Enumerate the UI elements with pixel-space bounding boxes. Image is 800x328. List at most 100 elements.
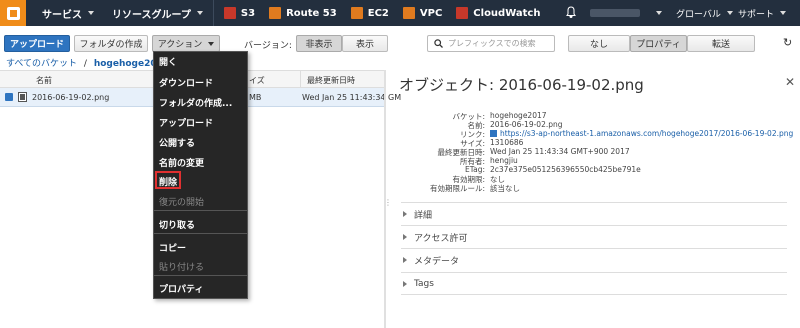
view-properties-button[interactable]: プロパティ [630, 35, 687, 52]
object-title: オブジェクト: 2016-06-19-02.png [399, 76, 644, 94]
chevron-down-icon [780, 11, 787, 15]
shortcut-label: CloudWatch [473, 7, 541, 19]
version-show-button[interactable]: 表示 [342, 35, 388, 52]
menu-item-upload[interactable]: アップロード [159, 116, 213, 129]
support-menu[interactable]: サポート [738, 0, 787, 26]
view-transfer-button[interactable]: 転送 [687, 35, 755, 52]
nav-divider [212, 0, 214, 26]
menu-item-create-folder[interactable]: フォルダの作成... [159, 96, 232, 109]
shortcut-s3[interactable]: S3 [223, 7, 256, 19]
actions-dropdown-menu: 開く ダウンロード フォルダの作成... アップロード 公開する 名前の変更 削… [153, 51, 248, 299]
route53-icon [269, 7, 282, 19]
property-row: ETag: 2c37e375e051256396550cb425be791e [387, 165, 800, 174]
column-header-name[interactable]: 名前 [36, 75, 52, 86]
search-icon [434, 39, 443, 48]
cloudwatch-icon [456, 7, 469, 19]
refresh-icon[interactable]: ↻ [783, 36, 792, 49]
shortcut-vpc[interactable]: VPC [402, 7, 443, 19]
property-row: 有効期限ルール: 該当なし [387, 183, 800, 193]
menu-item-cut[interactable]: 切り取る [159, 218, 195, 231]
close-icon[interactable]: ✕ [785, 75, 795, 89]
create-folder-button[interactable]: フォルダの作成 [74, 35, 148, 52]
view-none-button[interactable]: なし [568, 35, 630, 52]
chevron-down-icon [196, 11, 203, 15]
menu-divider [154, 275, 247, 276]
property-row: 有効期限: なし [387, 174, 800, 184]
services-label: サービス [42, 9, 82, 21]
menu-item-delete[interactable]: 削除 [159, 175, 177, 188]
prefix-search-input[interactable]: プレフィックスでの検索 [427, 35, 555, 52]
shortcut-label: VPC [419, 7, 443, 19]
menu-item-make-public[interactable]: 公開する [159, 136, 195, 149]
property-value: 2c37e375e051256396550cb425be791e [490, 165, 641, 174]
bell-icon[interactable] [566, 6, 576, 18]
aws-cube-icon [6, 6, 20, 20]
ec2-icon [350, 7, 363, 19]
resource-groups-label: リソースグループ [112, 9, 191, 21]
chevron-down-icon [656, 11, 662, 15]
account-name-redacted[interactable] [590, 9, 640, 17]
shortcut-label: Route 53 [286, 7, 337, 19]
section-details[interactable]: 詳細 [401, 202, 787, 225]
section-tags[interactable]: Tags [401, 272, 787, 295]
s3-icon [223, 7, 236, 19]
actions-button[interactable]: アクション [152, 35, 220, 52]
resource-groups-menu[interactable]: リソースグループ [112, 6, 203, 21]
version-label: バージョン: [244, 41, 292, 51]
actions-label: アクション [157, 40, 203, 50]
property-link[interactable]: https://s3-ap-northeast-1.amazonaws.com/… [490, 129, 793, 138]
menu-item-open[interactable]: 開く [159, 55, 177, 68]
shortcut-cloudwatch[interactable]: CloudWatch [456, 7, 540, 19]
property-value: hogehoge2017 [490, 111, 547, 120]
region-menu[interactable]: グローバル [676, 0, 733, 26]
property-value: 1310686 [490, 138, 524, 147]
property-row: 所有者: hengjiu [387, 156, 800, 166]
menu-divider [154, 233, 247, 234]
column-divider [300, 71, 301, 89]
property-value: hengjiu [490, 156, 518, 165]
menu-item-properties[interactable]: プロパティ [159, 282, 203, 295]
shortcut-label: EC2 [367, 7, 389, 19]
shortcut-route53[interactable]: Route 53 [269, 7, 337, 19]
column-header-size[interactable]: イズ [249, 75, 265, 86]
section-permissions[interactable]: アクセス許可 [401, 225, 787, 248]
property-value: 該当なし [490, 184, 520, 193]
property-row: バケット: hogehoge2017 [387, 111, 800, 121]
section-label: Tags [414, 278, 434, 289]
vpc-icon [402, 7, 415, 19]
search-placeholder: プレフィックスでの検索 [448, 39, 536, 48]
column-header-modified[interactable]: 最終更新日時 [307, 75, 355, 86]
property-value: 2016-06-19-02.png [490, 120, 563, 129]
breadcrumb-separator: / [83, 59, 87, 69]
breadcrumb: すべてのバケット / hogehoge2017 [6, 56, 169, 69]
services-menu[interactable]: サービス [42, 6, 94, 21]
property-row: 最終更新日時: Wed Jan 25 11:43:34 GMT+900 2017 [387, 147, 800, 157]
chevron-down-icon [208, 41, 215, 46]
property-row: サイズ: 1310686 [387, 138, 800, 148]
menu-item-download[interactable]: ダウンロード [159, 76, 213, 89]
upload-button[interactable]: アップロード [4, 35, 70, 52]
triangle-right-icon [403, 234, 407, 240]
property-key: ETag: [465, 165, 485, 174]
row-name[interactable]: 2016-06-19-02.png [32, 93, 109, 102]
section-label: 詳細 [414, 210, 433, 221]
menu-item-paste: 貼り付ける [159, 263, 205, 273]
support-label: サポート [738, 9, 775, 20]
breadcrumb-all-buckets[interactable]: すべてのバケット [6, 59, 77, 69]
property-link-text[interactable]: https://s3-ap-northeast-1.amazonaws.com/… [500, 129, 793, 138]
row-checkbox[interactable] [5, 93, 13, 101]
shortcut-ec2[interactable]: EC2 [350, 7, 389, 19]
property-row: 名前: 2016-06-19-02.png [387, 120, 800, 130]
chevron-down-icon [726, 11, 733, 15]
region-label: グローバル [676, 9, 721, 20]
menu-item-rename[interactable]: 名前の変更 [159, 156, 204, 169]
property-row: リンク: https://s3-ap-northeast-1.amazonaws.… [387, 129, 800, 139]
image-file-icon [18, 92, 27, 102]
section-metadata[interactable]: メタデータ [401, 248, 787, 271]
version-hide-button[interactable]: 非表示 [296, 35, 342, 52]
section-label: メタデータ [414, 256, 460, 267]
menu-item-copy[interactable]: コピー [159, 241, 186, 254]
property-value: Wed Jan 25 11:43:34 GMT+900 2017 [490, 147, 630, 156]
shortcut-label: S3 [240, 7, 256, 19]
aws-logo[interactable] [0, 0, 26, 26]
